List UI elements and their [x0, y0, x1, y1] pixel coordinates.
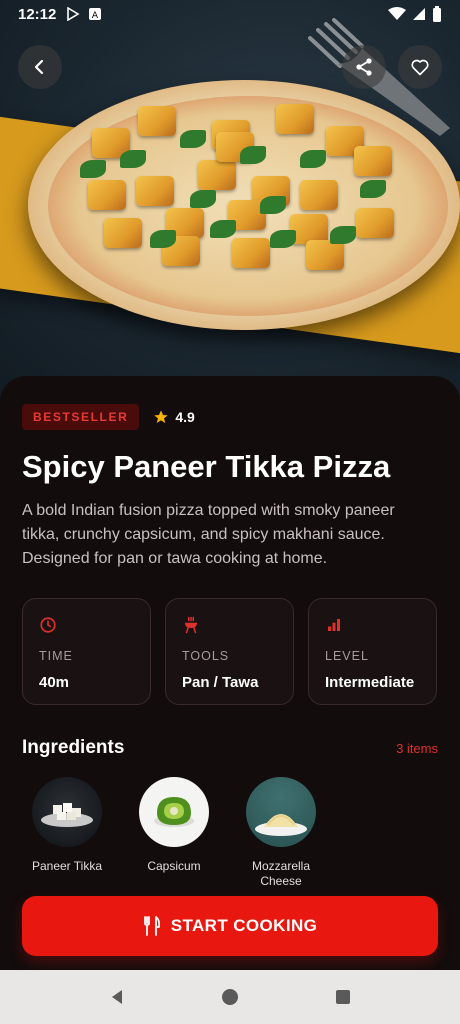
ingredients-header: Ingredients 3 items: [22, 737, 438, 759]
paneer-cube: [198, 160, 236, 190]
stat-card-level: LEVEL Intermediate: [308, 598, 437, 706]
nav-recents-icon[interactable]: [333, 987, 353, 1007]
stat-label: LEVEL: [325, 649, 369, 664]
nav-home-icon[interactable]: [220, 987, 240, 1007]
cilantro-leaf: [360, 180, 386, 198]
cilantro-leaf: [270, 230, 296, 248]
capsicum-image: [154, 797, 194, 828]
cilantro-leaf: [190, 190, 216, 208]
paneer-cube: [232, 238, 270, 268]
ingredient-mozzarella-cheese[interactable]: Mozzarella Cheese: [246, 777, 316, 889]
stat-value: Intermediate: [325, 674, 415, 692]
stat-value: Pan / Tawa: [182, 674, 259, 692]
cilantro-leaf: [150, 230, 176, 248]
stat-card-tools: TOOLS Pan / Tawa: [165, 598, 294, 706]
paneer-cube: [354, 146, 392, 176]
stat-card-time: TIME 40m: [22, 598, 151, 706]
cilantro-leaf: [80, 160, 106, 178]
share-icon: [356, 58, 372, 76]
paneer-thumbnail: [32, 777, 102, 848]
wifi-icon: [388, 7, 406, 20]
paneer-cube: [356, 208, 394, 238]
paneer-cube: [306, 240, 344, 270]
cilantro-leaf: [300, 150, 326, 168]
start-cooking-label: START COOKING: [170, 916, 318, 935]
grill-icon: [185, 616, 197, 634]
cilantro-leaf: [240, 146, 266, 164]
signal-bars-icon: [328, 619, 340, 632]
recipe-hero-image: [0, 0, 460, 400]
paneer-image: [41, 803, 93, 828]
status-time: 12:12: [18, 5, 57, 23]
cilantro-leaf: [210, 220, 236, 238]
cilantro-leaf: [330, 226, 356, 244]
play-store-icon: [67, 7, 80, 21]
app-notification-icon: A: [89, 8, 102, 21]
ingredient-name: Paneer Tikka: [31, 859, 103, 874]
favorite-button[interactable]: [398, 45, 442, 89]
heart-icon: [411, 59, 429, 76]
svg-text:A: A: [92, 11, 99, 21]
mozzarella-image: [255, 814, 307, 837]
bestseller-badge: BESTSELLER: [22, 404, 140, 430]
battery-icon: [433, 6, 441, 22]
recipe-description: A bold Indian fusion pizza topped with s…: [22, 502, 395, 568]
paneer-cube: [136, 176, 174, 206]
ingredients-list: Paneer Tikka Capsicum Mozzarella Cheese: [22, 777, 438, 889]
start-cooking-button[interactable]: START COOKING: [22, 896, 438, 956]
status-bar: 12:12 A: [0, 0, 460, 28]
share-button[interactable]: [342, 45, 386, 89]
ingredients-count[interactable]: 3 items: [396, 741, 438, 756]
back-button[interactable]: [18, 45, 62, 89]
system-navigation-bar: [0, 970, 460, 1024]
cilantro-leaf: [180, 130, 206, 148]
ingredient-name: Mozzarella Cheese: [251, 859, 311, 889]
scrolled-content-fade: [40, 958, 420, 970]
fork-knife-icon: [143, 916, 160, 936]
clock-icon: [40, 617, 56, 633]
rating: 4.9: [153, 409, 195, 425]
rating-value: 4.9: [175, 409, 195, 425]
paneer-cube: [300, 180, 338, 210]
nav-back-icon[interactable]: [107, 987, 127, 1007]
chevron-left-icon: [34, 59, 44, 75]
cilantro-leaf: [120, 150, 146, 168]
paneer-cube: [88, 180, 126, 210]
paneer-cube: [104, 218, 142, 248]
star-icon: [154, 410, 169, 423]
recipe-detail-sheet: BESTSELLER 4.9 Spicy Paneer Tikka Pizza …: [0, 376, 460, 976]
mozzarella-thumbnail: [246, 777, 316, 848]
stat-value: 40m: [39, 674, 70, 692]
paneer-cube: [138, 106, 176, 136]
stat-label: TOOLS: [182, 649, 230, 664]
cellular-signal-icon: [413, 8, 425, 20]
ingredient-capsicum[interactable]: Capsicum: [139, 777, 209, 889]
cilantro-leaf: [260, 196, 286, 214]
recipe-stats: TIME 40m TOOLS Pan / Tawa LEVEL Intermed…: [22, 598, 438, 706]
ingredient-name: Capsicum: [147, 859, 201, 874]
capsicum-thumbnail: [139, 777, 209, 848]
stat-label: TIME: [39, 649, 73, 664]
recipe-title: Spicy Paneer Tikka Pizza: [22, 449, 391, 484]
ingredients-title: Ingredients: [22, 737, 125, 759]
recipe-meta-row: BESTSELLER 4.9: [22, 404, 438, 430]
ingredient-paneer-tikka[interactable]: Paneer Tikka: [32, 777, 102, 889]
